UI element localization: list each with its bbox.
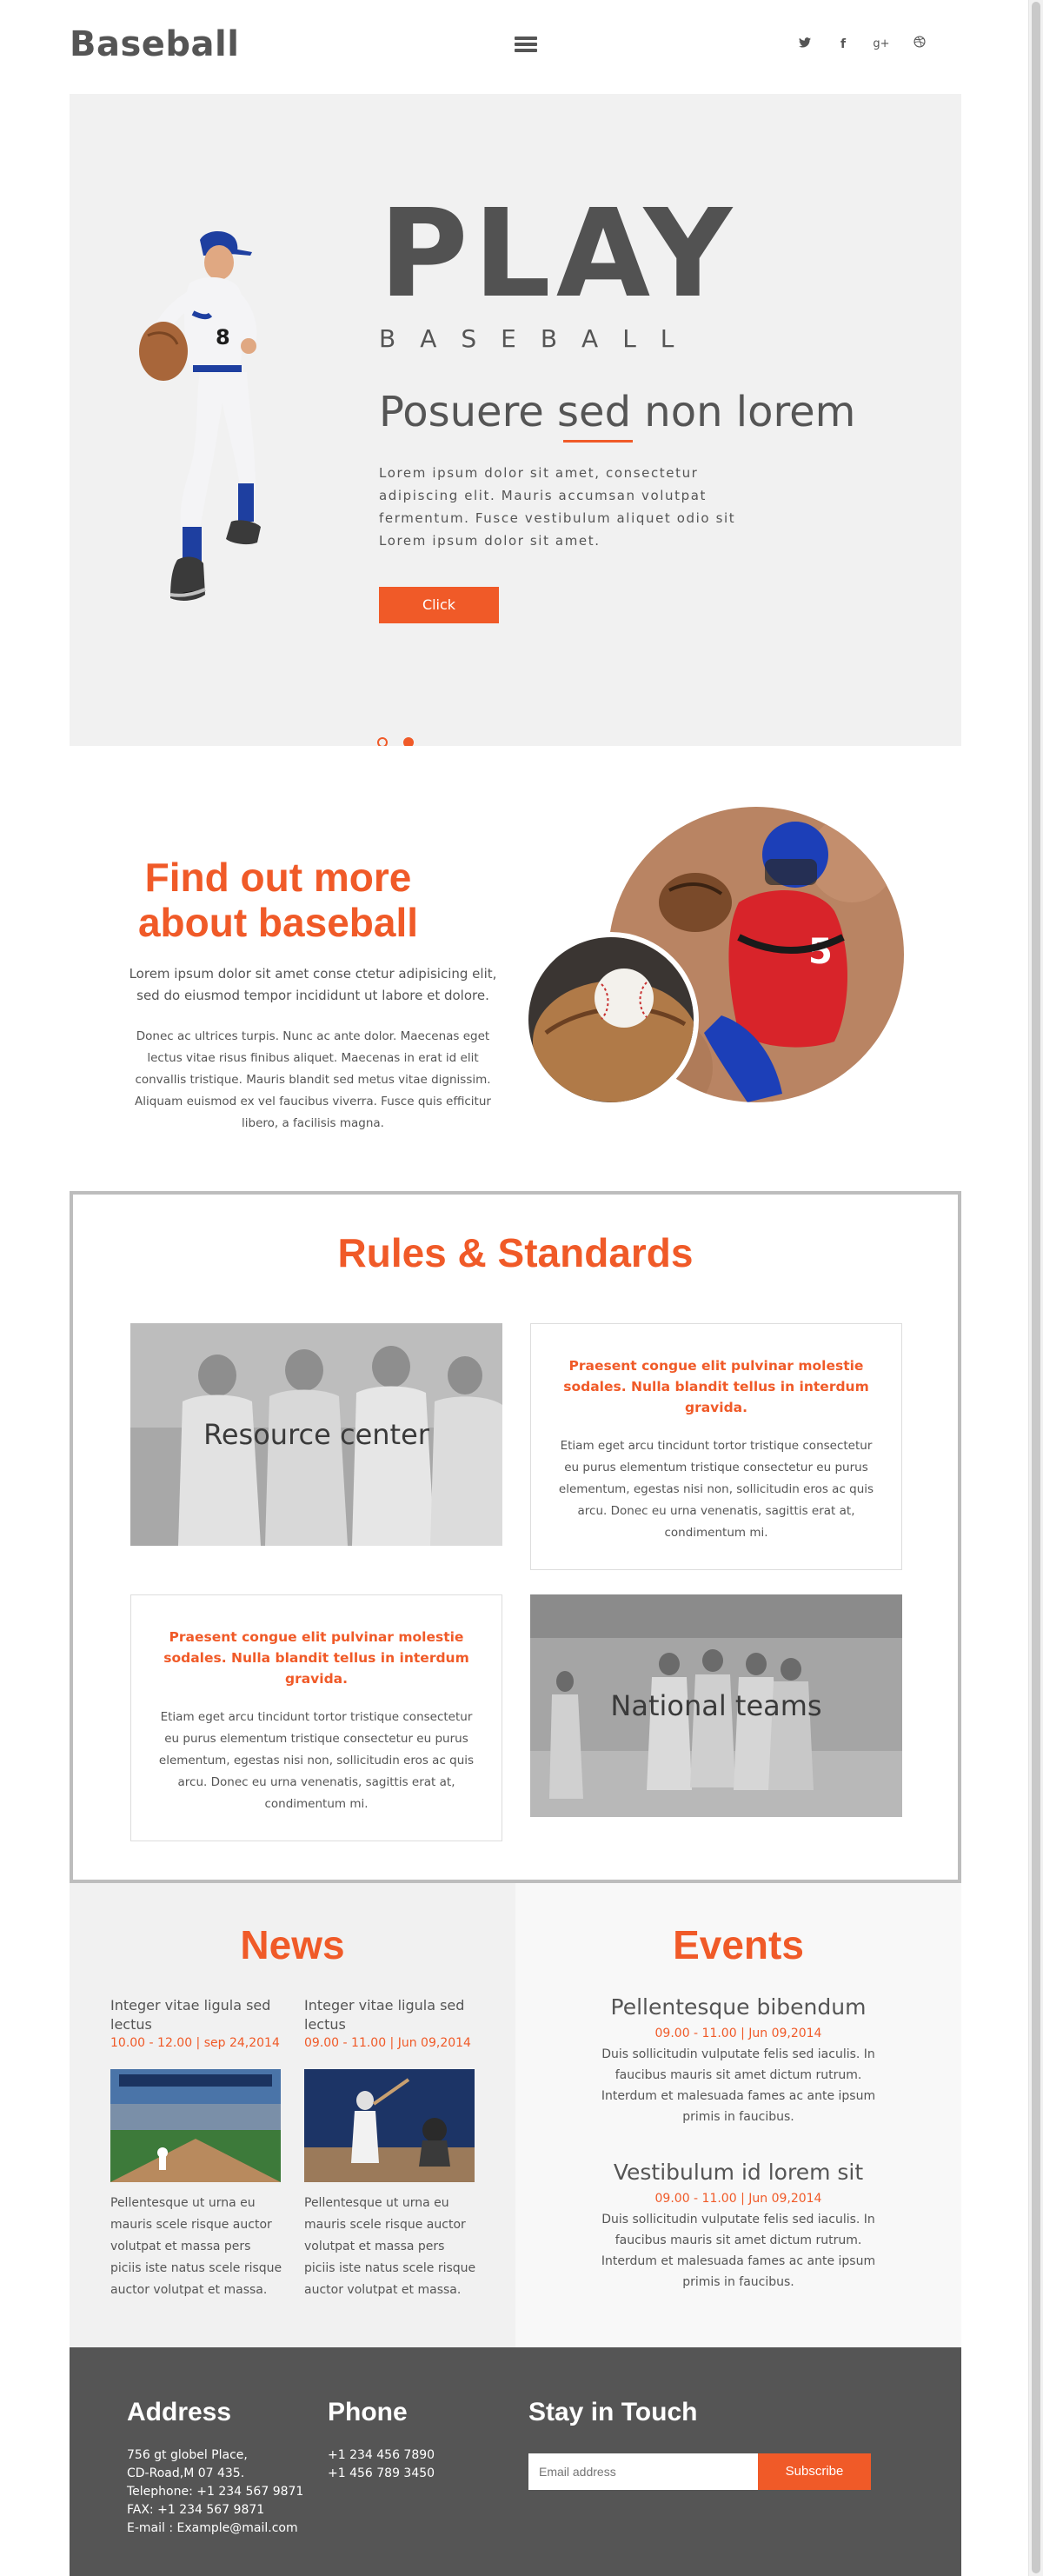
subscribe-button[interactable]: Subscribe: [758, 2453, 871, 2490]
rules-card-title: Praesent congue elit pulvinar molestie s…: [163, 1629, 469, 1687]
stadium-image[interactable]: [110, 2069, 281, 2182]
resource-center-caption: Resource center: [203, 1418, 429, 1451]
footer-address: Address 756 gt globel Place, CD-Road,M 0…: [127, 2398, 303, 2538]
hamburger-menu-icon[interactable]: [515, 37, 537, 54]
rules-card-title: Praesent congue elit pulvinar molestie s…: [563, 1358, 869, 1415]
news-text: Pellentesque ut urna eu mauris scele ris…: [110, 2196, 282, 2297]
news-text: Pellentesque ut urna eu mauris scele ris…: [304, 2196, 476, 2297]
about-text: Donec ac ultrices turpis. Nunc ac ante d…: [135, 1029, 491, 1130]
event-date: 09.00 - 11.00 | Jun 09,2014: [654, 2027, 822, 2040]
rules-card-text: Etiam eget arcu tincidunt tortor tristiq…: [558, 1439, 874, 1540]
address-line: Telephone: +1 234 567 9871: [127, 2485, 304, 2499]
news-date: 09.00 - 11.00 | Jun 09,2014: [304, 2036, 471, 2050]
footer-address-title: Address: [127, 2398, 232, 2426]
footer-stay-title: Stay in Touch: [528, 2398, 698, 2426]
facebook-icon[interactable]: f: [824, 33, 862, 56]
news-title[interactable]: Integer vitae ligula sed lectus: [110, 1996, 284, 2034]
news-title[interactable]: Integer vitae ligula sed lectus: [304, 1996, 478, 2034]
about-section: Find out more about baseball Lorem ipsum…: [70, 746, 961, 1191]
site-logo[interactable]: Baseball: [70, 24, 239, 64]
event-text: Duis sollicitudin vulputate felis sed ia…: [601, 2047, 876, 2124]
hero-subtitle: BASEBALL: [379, 324, 699, 353]
rules-section: Rules & Standards Resource center Praese…: [70, 1191, 961, 1883]
scrollbar[interactable]: [1028, 0, 1043, 2576]
national-teams-tile[interactable]: National teams: [530, 1594, 902, 1817]
footer-phone: Phone +1 234 456 7890 +1 456 789 3450: [328, 2398, 435, 2483]
national-teams-caption: National teams: [610, 1689, 822, 1722]
event-date: 09.00 - 11.00 | Jun 09,2014: [654, 2192, 822, 2206]
email-input[interactable]: [528, 2453, 758, 2490]
hero-click-button[interactable]: Click: [379, 587, 499, 623]
news-section: News Integer vitae ligula sed lectus 10.…: [70, 1883, 515, 2347]
news-item[interactable]: Integer vitae ligula sed lectus 10.00 - …: [110, 1996, 284, 2301]
address-line: CD-Road,M 07 435.: [127, 2466, 245, 2480]
hero-title: PLAY: [379, 183, 738, 325]
google-plus-icon[interactable]: g+: [862, 33, 900, 56]
events-heading: Events: [673, 1922, 804, 1967]
news-item[interactable]: Integer vitae ligula sed lectus 09.00 - …: [304, 1996, 478, 2301]
event-item[interactable]: Pellentesque bibendum 09.00 - 11.00 | Ju…: [594, 1994, 883, 2127]
hero-slider: 8 PLAY BASEBALL Posuere sed non lorem Lo…: [70, 94, 961, 748]
event-title[interactable]: Pellentesque bibendum: [594, 1994, 883, 2020]
scrollbar-thumb[interactable]: [1032, 2, 1040, 2573]
footer-phone-title: Phone: [328, 2398, 408, 2426]
events-section: Events Pellentesque bibendum 09.00 - 11.…: [515, 1883, 961, 2347]
hero-text: Lorem ipsum dolor sit amet, consectetur …: [379, 465, 736, 549]
event-text: Duis sollicitudin vulputate felis sed ia…: [601, 2213, 876, 2289]
about-lead: Lorem ipsum dolor sit amet conse ctetur …: [129, 966, 497, 1003]
address-line: 756 gt globel Place,: [127, 2448, 248, 2462]
social-links: f g+: [786, 33, 939, 56]
glove-ball-image: [523, 932, 699, 1108]
rules-card-2: Praesent congue elit pulvinar molestie s…: [130, 1594, 502, 1841]
rules-card-1: Praesent congue elit pulvinar molestie s…: [530, 1323, 902, 1570]
twitter-icon[interactable]: [786, 33, 824, 56]
event-title[interactable]: Vestibulum id lorem sit: [594, 2160, 883, 2185]
news-heading: News: [240, 1922, 345, 1967]
pitcher-image: 8: [139, 230, 261, 601]
address-email[interactable]: E-mail : Example@mail.com: [127, 2519, 303, 2538]
batter-image[interactable]: [304, 2069, 475, 2182]
rules-card-text: Etiam eget arcu tincidunt tortor tristiq…: [158, 1710, 475, 1811]
footer-newsletter: Stay in Touch: [528, 2398, 697, 2427]
resource-center-tile[interactable]: Resource center: [130, 1323, 502, 1546]
hero-content: PLAY BASEBALL Posuere sed non lorem Lore…: [379, 194, 918, 623]
rules-heading: Rules & Standards: [337, 1230, 694, 1275]
news-date: 10.00 - 12.00 | sep 24,2014: [110, 2036, 280, 2050]
newsletter-form: Subscribe: [528, 2453, 871, 2490]
site-header: Baseball f g+: [0, 0, 1028, 94]
about-heading: Find out more about baseball: [137, 855, 419, 945]
address-line: FAX: +1 234 567 9871: [127, 2503, 265, 2517]
svg-text:8: 8: [216, 325, 230, 349]
dribbble-icon[interactable]: [900, 33, 939, 56]
svg-text:5: 5: [808, 932, 833, 972]
phone-line[interactable]: +1 234 456 7890: [328, 2446, 435, 2465]
phone-line[interactable]: +1 456 789 3450: [328, 2465, 435, 2483]
site-footer: Address 756 gt globel Place, CD-Road,M 0…: [70, 2347, 961, 2576]
hero-heading: Posuere sed non lorem: [379, 388, 856, 436]
event-item[interactable]: Vestibulum id lorem sit 09.00 - 11.00 | …: [594, 2160, 883, 2293]
heading-underline: [563, 440, 633, 443]
